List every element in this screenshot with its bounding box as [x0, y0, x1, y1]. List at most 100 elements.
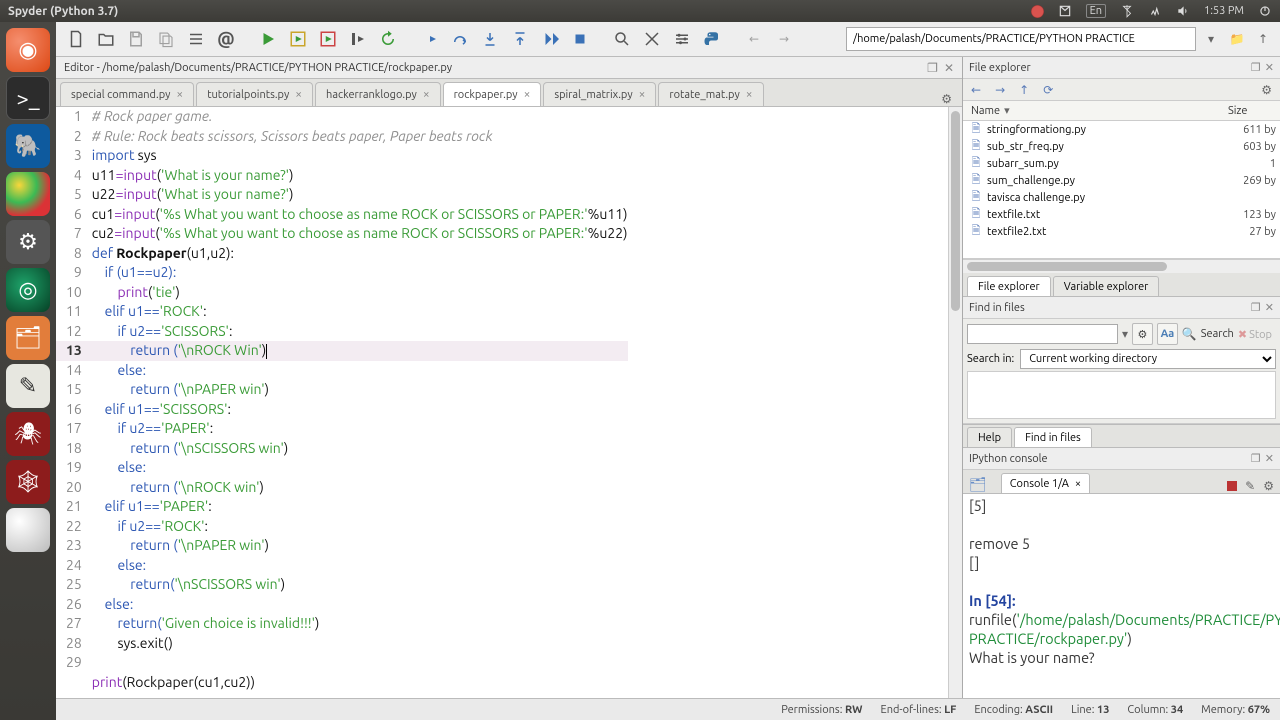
find-input[interactable] [967, 324, 1118, 344]
console-clear-icon[interactable]: ✎ [1245, 479, 1255, 493]
record-indicator-icon[interactable] [1031, 5, 1044, 18]
tab-variable-explorer[interactable]: Variable explorer [1053, 276, 1160, 296]
col-size-header[interactable]: Size [1228, 105, 1280, 117]
preferences-button[interactable] [668, 25, 696, 53]
tab-spiral-matrix[interactable]: spiral_matrix.py× [543, 82, 656, 106]
debug-button[interactable] [416, 25, 444, 53]
tab-special-command[interactable]: special command.py× [60, 82, 194, 106]
volume-icon[interactable] [1176, 4, 1190, 18]
detach-icon[interactable]: ❐ [1251, 61, 1261, 74]
open-file-button[interactable] [92, 25, 120, 53]
find-case-button[interactable]: Aa [1157, 323, 1178, 345]
step-into-button[interactable] [476, 25, 504, 53]
console-output[interactable]: [5] remove 5 [] In [54]: runfile('/home/… [963, 494, 1280, 698]
new-file-button[interactable] [62, 25, 90, 53]
search-button[interactable]: Search [1201, 328, 1234, 340]
list-item[interactable]: 🗎sub_str_freq.py603 by [963, 138, 1280, 155]
save-all-button[interactable] [152, 25, 180, 53]
clock[interactable]: 1:53 PM [1204, 5, 1244, 17]
close-pane-icon[interactable]: ✕ [944, 61, 954, 75]
tab-hackerranklogo[interactable]: hackerranklogo.py× [315, 82, 441, 106]
run-selection-button[interactable] [344, 25, 372, 53]
search-in-select[interactable]: Current working directory [1020, 349, 1276, 369]
tab-help[interactable]: Help [967, 427, 1012, 447]
detach-icon[interactable]: ❐ [1251, 301, 1261, 314]
fe-forward-button[interactable]: → [995, 83, 1005, 97]
close-pane-icon[interactable]: ✕ [1265, 301, 1274, 314]
col-name-header[interactable]: Name [971, 105, 1000, 117]
launcher-camera-icon[interactable]: ◎ [6, 268, 50, 312]
step-over-button[interactable] [446, 25, 474, 53]
list-item[interactable]: 🗎subarr_sum.py1 [963, 155, 1280, 172]
step-out-button[interactable] [506, 25, 534, 53]
console-add-icon[interactable]: 🗂 [969, 476, 987, 493]
close-icon[interactable]: × [639, 88, 646, 101]
list-item[interactable]: 🗎sum_challenge.py269 by [963, 172, 1280, 189]
detach-icon[interactable]: ❐ [1251, 452, 1261, 465]
close-icon[interactable]: × [423, 88, 430, 101]
stop-debug-button[interactable] [566, 25, 594, 53]
list-item[interactable]: 🗎stringformationg.py611 by [963, 121, 1280, 138]
run-button[interactable] [254, 25, 282, 53]
tabs-options-icon[interactable]: ⚙ [935, 92, 958, 106]
dropdown-icon[interactable]: ▾ [1122, 327, 1128, 341]
list-item[interactable]: 🗎textfile2.txt27 by [963, 223, 1280, 240]
nav-back-button[interactable]: ← [740, 25, 768, 53]
fe-back-button[interactable]: ← [971, 83, 981, 97]
tab-rockpaper[interactable]: rockpaper.py× [443, 82, 542, 106]
rerun-button[interactable] [374, 25, 402, 53]
fe-refresh-button[interactable]: ⟳ [1043, 83, 1053, 97]
zoom-button[interactable] [608, 25, 636, 53]
launcher-spyder-icon[interactable]: 🕷 [6, 412, 50, 456]
console-stop-icon[interactable] [1227, 481, 1237, 491]
path-dropdown-button[interactable]: ▾ [1200, 28, 1222, 50]
launcher-notes-icon[interactable]: ✎ [6, 364, 50, 408]
list-button[interactable] [182, 25, 210, 53]
continue-button[interactable] [536, 25, 564, 53]
close-icon[interactable]: × [1075, 478, 1081, 490]
launcher-chrome-icon[interactable] [6, 172, 50, 216]
close-icon[interactable]: × [746, 88, 753, 101]
path-browse-button[interactable]: 📁 [1226, 28, 1248, 50]
launcher-ubuntu-icon[interactable]: ◉ [6, 28, 50, 72]
list-item[interactable]: 🗎tavisca challenge.py [963, 189, 1280, 206]
console-options-icon[interactable]: ⚙ [1263, 479, 1274, 493]
lang-indicator[interactable]: En [1086, 4, 1106, 18]
fe-up-button[interactable]: ↑ [1019, 83, 1029, 97]
close-icon[interactable]: × [176, 88, 183, 101]
launcher-terminal-icon[interactable]: >_ [6, 76, 50, 120]
network-icon[interactable] [1148, 4, 1162, 18]
launcher-code-icon[interactable]: 🐘 [6, 124, 50, 168]
at-button[interactable]: @ [212, 25, 240, 53]
close-icon[interactable]: × [524, 88, 531, 101]
power-icon[interactable] [1258, 4, 1272, 18]
file-list[interactable]: 🗎stringformationg.py611 by 🗎sub_str_freq… [963, 121, 1280, 259]
run-cell-advance-button[interactable] [314, 25, 342, 53]
run-cell-button[interactable] [284, 25, 312, 53]
editor-vscrollbar[interactable] [948, 107, 962, 698]
close-pane-icon[interactable]: ✕ [1265, 61, 1274, 74]
save-button[interactable] [122, 25, 150, 53]
close-pane-icon[interactable]: ✕ [1265, 452, 1274, 465]
find-results[interactable] [967, 371, 1276, 419]
tab-rotate-mat[interactable]: rotate_mat.py× [658, 82, 763, 106]
tab-tutorialpoints[interactable]: tutorialpoints.py× [196, 82, 313, 106]
find-options-button[interactable]: ⚙ [1132, 323, 1153, 345]
tab-find-in-files[interactable]: Find in files [1014, 427, 1092, 447]
bluetooth-icon[interactable] [1120, 4, 1134, 18]
nav-forward-button[interactable]: → [770, 25, 798, 53]
working-dir-input[interactable] [846, 27, 1196, 51]
launcher-files-icon[interactable]: 🗂 [6, 316, 50, 360]
console-tab[interactable]: Console 1/A× [1001, 473, 1090, 493]
tab-file-explorer[interactable]: File explorer [967, 276, 1051, 296]
path-parent-button[interactable]: ↑ [1252, 28, 1274, 50]
launcher-misc-icon[interactable] [6, 508, 50, 552]
code-editor[interactable]: 1# Rock paper game. 2# Rule: Rock beats … [56, 107, 962, 698]
close-icon[interactable]: × [295, 88, 302, 101]
mail-icon[interactable] [1058, 4, 1072, 18]
launcher-settings-icon[interactable]: ⚙ [6, 220, 50, 264]
detach-icon[interactable]: ❐ [927, 61, 938, 75]
tools-button[interactable] [638, 25, 666, 53]
python-path-button[interactable] [698, 25, 726, 53]
list-item[interactable]: 🗎textfile.txt123 by [963, 206, 1280, 223]
